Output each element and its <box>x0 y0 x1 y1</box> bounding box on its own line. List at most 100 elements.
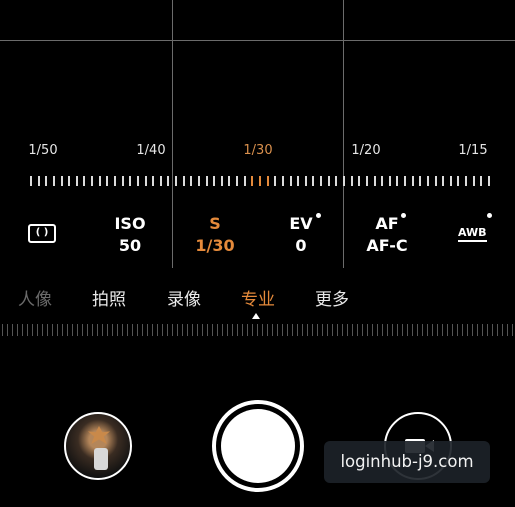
mode-ruler-tick <box>307 324 308 336</box>
mode-ruler-tick <box>432 324 433 336</box>
iso-control[interactable]: ISO 50 <box>114 213 145 257</box>
shutter-ruler-tick <box>160 176 162 186</box>
shutter-ruler-tick <box>175 176 177 186</box>
shutter-ruler-tick <box>396 176 398 186</box>
mode-ruler-tick <box>142 324 143 336</box>
mode-more[interactable]: 更多 <box>315 285 349 310</box>
mode-ruler-tick <box>97 324 98 336</box>
mode-ruler-tick <box>472 324 473 336</box>
shutter-scale-label[interactable]: 1/15 <box>458 143 487 158</box>
mode-ruler-tick <box>487 324 488 336</box>
shutter-ruler-tick <box>374 176 376 186</box>
shutter-ruler-tick <box>198 176 200 186</box>
mode-ruler-tick <box>117 324 118 336</box>
mode-ruler-tick <box>192 324 193 336</box>
shutter-ruler-tick <box>190 176 192 186</box>
shutter-label: S <box>209 214 221 233</box>
shutter-ruler-tick <box>435 176 437 186</box>
shutter-ruler-tick <box>290 176 292 186</box>
mode-ruler-tick <box>37 324 38 336</box>
mode-ruler-tick <box>397 324 398 336</box>
mode-ruler-tick <box>177 324 178 336</box>
shutter-ruler-tick <box>228 176 230 186</box>
shutter-ruler-tick <box>137 176 139 186</box>
mode-ruler-tick <box>242 324 243 336</box>
shutter-ruler-tick <box>259 176 261 186</box>
mode-ruler-tick <box>237 324 238 336</box>
shutter-ruler-tick <box>389 176 391 186</box>
shutter-scale-label[interactable]: 1/40 <box>136 143 165 158</box>
shutter-ruler-tick <box>45 176 47 186</box>
mode-ruler-tick <box>252 324 253 336</box>
shutter-ruler-tick <box>53 176 55 186</box>
shutter-ruler-tick <box>91 176 93 186</box>
mode-ruler-tick <box>162 324 163 336</box>
camera-mode-selector: 人像 拍照 录像 专业 更多 <box>0 285 515 311</box>
mode-ruler-tick <box>457 324 458 336</box>
mode-ruler-tick <box>507 324 508 336</box>
shutter-scale-label-selected[interactable]: 1/30 <box>243 143 272 158</box>
mode-ruler-tick <box>372 324 373 336</box>
mode-ruler-tick <box>167 324 168 336</box>
shutter-ruler-tick <box>183 176 185 186</box>
mode-ruler-tick <box>187 324 188 336</box>
mode-ruler-tick <box>227 324 228 336</box>
shutter-speed-control[interactable]: S 1/30 <box>195 213 234 257</box>
mode-ruler-tick <box>7 324 8 336</box>
shutter-ruler-tick <box>76 176 78 186</box>
mode-ruler-tick <box>297 324 298 336</box>
shutter-scale-label[interactable]: 1/50 <box>28 143 57 158</box>
mode-ruler-tick <box>132 324 133 336</box>
mode-portrait[interactable]: 人像 <box>18 285 52 310</box>
mode-ruler-tick <box>62 324 63 336</box>
shutter-ruler-tick <box>206 176 208 186</box>
mode-ruler-tick <box>172 324 173 336</box>
mode-ruler-tick <box>32 324 33 336</box>
gallery-thumbnail[interactable] <box>64 412 132 480</box>
mode-pro[interactable]: 专业 <box>241 285 275 310</box>
mode-ruler-tick <box>262 324 263 336</box>
mode-ruler-tick <box>482 324 483 336</box>
mode-ruler-tick <box>102 324 103 336</box>
shutter-speed-slider[interactable] <box>30 174 490 188</box>
mode-ruler-tick <box>402 324 403 336</box>
mode-ruler-tick <box>332 324 333 336</box>
shutter-ruler-tick <box>480 176 482 186</box>
mode-ruler-tick <box>497 324 498 336</box>
af-indicator-dot <box>401 213 406 218</box>
shutter-ruler-tick <box>366 176 368 186</box>
watermark: loginhub-j9.com <box>324 441 490 483</box>
shutter-ruler-tick <box>282 176 284 186</box>
mode-ruler-tick <box>12 324 13 336</box>
mode-video[interactable]: 录像 <box>167 285 201 310</box>
mode-scroll-ruler[interactable] <box>0 324 515 336</box>
mode-ruler-tick <box>512 324 513 336</box>
shutter-scale-label[interactable]: 1/20 <box>351 143 380 158</box>
shutter-ruler-tick <box>427 176 429 186</box>
mode-ruler-tick <box>67 324 68 336</box>
shutter-ruler-tick <box>251 176 253 186</box>
mode-ruler-tick <box>127 324 128 336</box>
ev-control[interactable]: EV 0 <box>289 213 312 257</box>
shutter-ruler-tick <box>114 176 116 186</box>
shutter-button[interactable] <box>212 400 304 492</box>
shutter-ruler-tick <box>145 176 147 186</box>
shutter-ruler-tick <box>328 176 330 186</box>
shutter-ruler-tick <box>351 176 353 186</box>
iso-label: ISO <box>114 214 146 233</box>
shutter-ruler-tick <box>412 176 414 186</box>
awb-control[interactable]: AWB <box>458 227 487 242</box>
shutter-ruler-tick <box>457 176 459 186</box>
iso-value: 50 <box>118 236 142 255</box>
mode-photo[interactable]: 拍照 <box>92 285 126 310</box>
shutter-ruler-tick <box>68 176 70 186</box>
af-control[interactable]: AF AF-C <box>366 213 407 257</box>
shutter-ruler-tick <box>61 176 63 186</box>
pro-parameters-bar: ISO 50 S 1/30 EV 0 AF AF-C <box>0 213 515 258</box>
mode-ruler-tick <box>52 324 53 336</box>
mode-ruler-tick <box>232 324 233 336</box>
shutter-ruler-tick <box>38 176 40 186</box>
shutter-ruler-tick <box>465 176 467 186</box>
mode-ruler-tick <box>412 324 413 336</box>
metering-icon[interactable]: ( ) <box>28 224 56 243</box>
